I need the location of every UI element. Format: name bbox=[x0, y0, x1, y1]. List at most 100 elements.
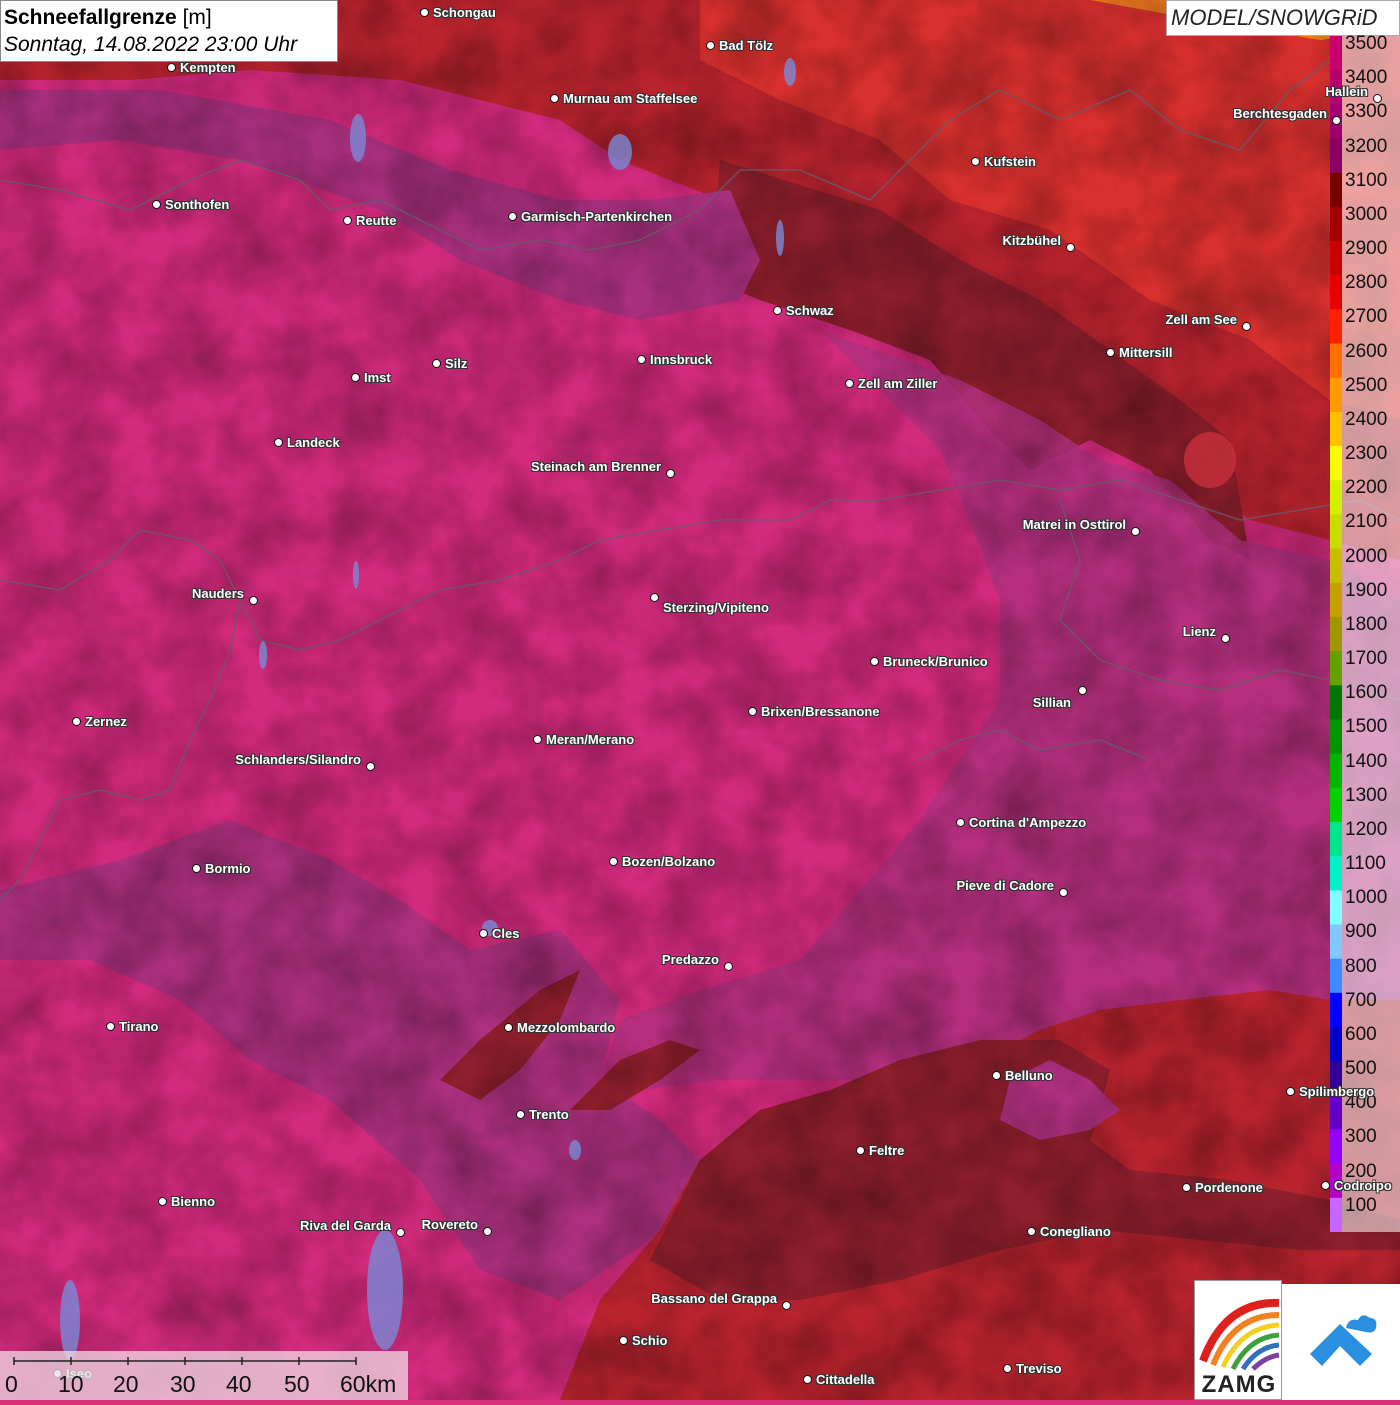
city-label-bozen-bolzano: Bozen/Bolzano bbox=[622, 854, 716, 869]
city-marker-hallein[interactable] bbox=[1373, 94, 1382, 103]
legend-swatch-1500 bbox=[1330, 719, 1342, 755]
legend-label-900: 900 bbox=[1345, 921, 1377, 943]
city-marker-predazzo[interactable] bbox=[724, 962, 733, 971]
city-marker-riva-del-garda[interactable] bbox=[396, 1228, 405, 1237]
city-marker-steinach-am-brenner[interactable] bbox=[666, 469, 675, 478]
city-marker-conegliano[interactable] bbox=[1027, 1227, 1036, 1236]
legend-label-2700: 2700 bbox=[1345, 306, 1388, 328]
city-label-bienno: Bienno bbox=[171, 1194, 216, 1209]
city-label-treviso: Treviso bbox=[1016, 1361, 1062, 1376]
map-title: Schneefallgrenze [m] bbox=[4, 5, 334, 31]
legend-label-1600: 1600 bbox=[1345, 682, 1388, 704]
legend-label-2400: 2400 bbox=[1345, 408, 1388, 430]
city-marker-imst[interactable] bbox=[351, 373, 360, 382]
legend-label-2000: 2000 bbox=[1345, 545, 1388, 567]
city-marker-zernez[interactable] bbox=[72, 717, 81, 726]
city-marker-silz[interactable] bbox=[432, 359, 441, 368]
zamg-logo-text: ZAMG bbox=[1201, 1371, 1277, 1398]
city-marker-bozen-bolzano[interactable] bbox=[609, 857, 618, 866]
city-marker-rovereto[interactable] bbox=[483, 1227, 492, 1236]
city-marker-sterzing-vipiteno[interactable] bbox=[650, 593, 659, 602]
city-marker-berchtesgaden[interactable] bbox=[1332, 116, 1341, 125]
city-marker-sonthofen[interactable] bbox=[152, 200, 161, 209]
city-marker-belluno[interactable] bbox=[992, 1071, 1001, 1080]
city-marker-trento[interactable] bbox=[516, 1110, 525, 1119]
legend-swatch-900 bbox=[1330, 924, 1342, 960]
city-marker-meran-merano[interactable] bbox=[533, 735, 542, 744]
city-marker-cittadella[interactable] bbox=[803, 1375, 812, 1384]
city-label-cles: Cles bbox=[492, 926, 520, 941]
city-marker-pieve-di-cadore[interactable] bbox=[1059, 888, 1068, 897]
city-marker-schlanders-silandro[interactable] bbox=[366, 762, 375, 771]
city-marker-lienz[interactable] bbox=[1221, 634, 1230, 643]
city-label-rovereto: Rovereto bbox=[421, 1217, 478, 1232]
city-marker-kempten[interactable] bbox=[167, 63, 176, 72]
city-marker-feltre[interactable] bbox=[856, 1146, 865, 1155]
city-marker-mittersill[interactable] bbox=[1106, 348, 1115, 357]
city-marker-pordenone[interactable] bbox=[1182, 1183, 1191, 1192]
city-marker-schongau[interactable] bbox=[420, 8, 429, 17]
city-label-tirano: Tirano bbox=[119, 1019, 159, 1034]
city-marker-schio[interactable] bbox=[619, 1336, 628, 1345]
city-label-cortina-d-ampezzo: Cortina d'Ampezzo bbox=[969, 815, 1087, 830]
city-marker-nauders[interactable] bbox=[249, 596, 258, 605]
city-marker-reutte[interactable] bbox=[343, 216, 352, 225]
city-marker-garmisch-partenkirchen[interactable] bbox=[508, 212, 517, 221]
city-label-conegliano: Conegliano bbox=[1040, 1224, 1111, 1239]
scale-tick-0: 0 bbox=[5, 1371, 18, 1397]
city-label-kempten: Kempten bbox=[180, 60, 236, 75]
city-label-mittersill: Mittersill bbox=[1119, 345, 1173, 360]
title-unit: [m] bbox=[182, 6, 212, 29]
city-marker-bassano-del-grappa[interactable] bbox=[782, 1301, 791, 1310]
city-marker-zell-am-ziller[interactable] bbox=[845, 379, 854, 388]
legend-swatch-1300 bbox=[1330, 787, 1342, 823]
city-label-matrei-in-osttirol: Matrei in Osttirol bbox=[1022, 517, 1126, 532]
model-label: MODEL/SNOWGRiD bbox=[1166, 0, 1400, 36]
legend-swatch-1800 bbox=[1330, 616, 1342, 652]
city-marker-codroipo[interactable] bbox=[1321, 1181, 1330, 1190]
city-marker-innsbruck[interactable] bbox=[637, 355, 646, 364]
city-marker-cortina-d-ampezzo[interactable] bbox=[956, 818, 965, 827]
legend-label-3300: 3300 bbox=[1345, 101, 1388, 123]
city-label-schlanders-silandro: Schlanders/Silandro bbox=[235, 752, 361, 767]
city-marker-landeck[interactable] bbox=[274, 438, 283, 447]
scale-tick-40: 40 bbox=[226, 1371, 252, 1397]
city-marker-schwaz[interactable] bbox=[773, 306, 782, 315]
zamg-logo[interactable]: ZAMG bbox=[1194, 1280, 1282, 1400]
city-label-mezzolombardo: Mezzolombardo bbox=[517, 1020, 616, 1035]
city-marker-cles[interactable] bbox=[479, 929, 488, 938]
city-marker-bad-t-lz[interactable] bbox=[706, 41, 715, 50]
city-label-sillian: Sillian bbox=[1032, 695, 1071, 710]
city-marker-spilimbergo[interactable] bbox=[1286, 1087, 1295, 1096]
city-label-kitzb-hel: Kitzbühel bbox=[1002, 233, 1062, 248]
legend-swatch-600 bbox=[1330, 1026, 1342, 1062]
city-marker-brixen-bressanone[interactable] bbox=[748, 707, 757, 716]
city-marker-sillian[interactable] bbox=[1078, 686, 1087, 695]
city-marker-bormio[interactable] bbox=[192, 864, 201, 873]
legend-label-3000: 3000 bbox=[1345, 203, 1388, 225]
legend-swatch-1600 bbox=[1330, 685, 1342, 720]
city-marker-bruneck-brunico[interactable] bbox=[870, 657, 879, 666]
city-label-pordenone: Pordenone bbox=[1195, 1180, 1263, 1195]
city-marker-kitzb-hel[interactable] bbox=[1066, 243, 1075, 252]
legend-label-2200: 2200 bbox=[1345, 477, 1388, 499]
snow-cloud-icon[interactable] bbox=[1282, 1284, 1400, 1400]
city-label-cittadella: Cittadella bbox=[816, 1372, 875, 1387]
city-label-garmisch-partenkirchen: Garmisch-Partenkirchen bbox=[521, 209, 673, 224]
city-marker-bienno[interactable] bbox=[158, 1197, 167, 1206]
city-label-landeck: Landeck bbox=[287, 435, 340, 450]
city-marker-matrei-in-osttirol[interactable] bbox=[1131, 527, 1140, 536]
scale-tick-20: 20 bbox=[113, 1371, 139, 1397]
city-marker-zell-am-see[interactable] bbox=[1242, 322, 1251, 331]
city-marker-tirano[interactable] bbox=[106, 1022, 115, 1031]
city-marker-kufstein[interactable] bbox=[971, 157, 980, 166]
city-label-zernez: Zernez bbox=[85, 714, 127, 729]
city-label-meran-merano: Meran/Merano bbox=[546, 732, 635, 747]
city-marker-murnau-am-staffelsee[interactable] bbox=[550, 94, 559, 103]
legend-swatch-2400 bbox=[1330, 411, 1342, 447]
city-label-pieve-di-cadore: Pieve di Cadore bbox=[956, 878, 1054, 893]
city-marker-mezzolombardo[interactable] bbox=[504, 1023, 513, 1032]
city-label-sterzing-vipiteno: Sterzing/Vipiteno bbox=[663, 600, 769, 615]
legend-label-3100: 3100 bbox=[1345, 169, 1388, 191]
city-marker-treviso[interactable] bbox=[1003, 1364, 1012, 1373]
